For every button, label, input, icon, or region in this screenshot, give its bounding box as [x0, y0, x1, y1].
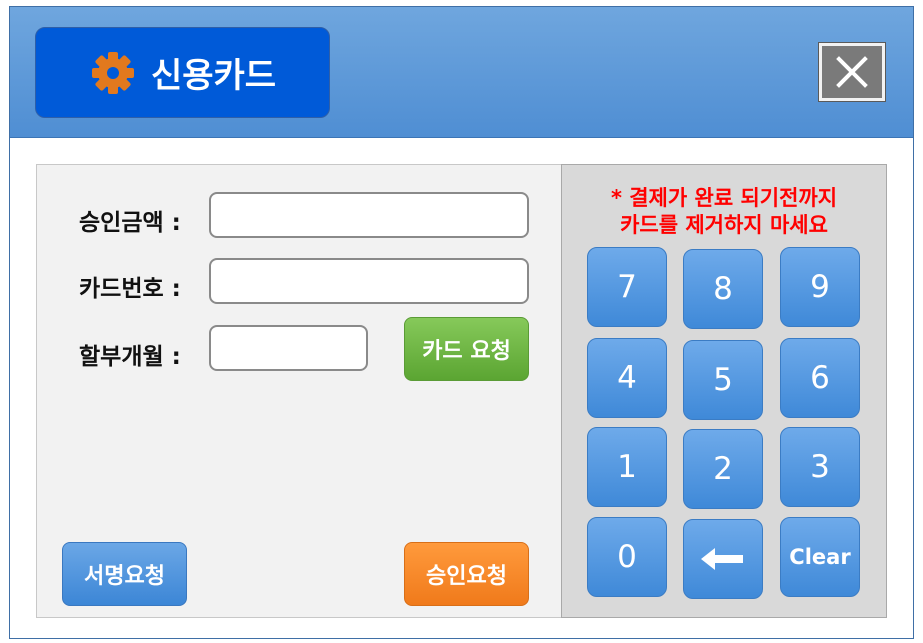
key-5[interactable]: 5	[683, 340, 763, 420]
card-number-input[interactable]	[209, 258, 529, 304]
key-1[interactable]: 1	[587, 427, 667, 507]
backspace-arrow-icon	[701, 548, 743, 570]
card-removal-warning: * 결제가 완료 되기전까지 카드를 제거하지 마세요	[562, 185, 886, 239]
card-request-button[interactable]: 카드 요청	[404, 317, 529, 381]
warning-line-2: 카드를 제거하지 마세요	[620, 213, 828, 237]
warning-line-1: * 결제가 완료 되기전까지	[610, 186, 838, 210]
key-4[interactable]: 4	[587, 338, 667, 418]
page-title: 신용카드	[150, 56, 277, 96]
card-number-label: 카드번호 :	[79, 276, 181, 302]
clear-button[interactable]: Clear	[780, 517, 860, 597]
close-icon	[836, 56, 868, 88]
key-6[interactable]: 6	[780, 338, 860, 418]
key-3[interactable]: 3	[780, 427, 860, 507]
installment-months-input[interactable]	[209, 325, 368, 371]
close-button[interactable]	[818, 42, 886, 102]
approval-amount-label: 승인금액 :	[79, 210, 181, 236]
keypad-panel: * 결제가 완료 되기전까지 카드를 제거하지 마세요 7 8 9 4 5 6 …	[561, 164, 887, 618]
approval-amount-input[interactable]	[209, 192, 529, 238]
header-bar: 신용카드	[10, 7, 913, 138]
credit-card-window: 신용카드 승인금액 : 카드번호 : 할부개월 : 카드 요청 서명요청 승인요…	[9, 6, 914, 639]
approval-request-button[interactable]: 승인요청	[404, 542, 529, 606]
key-0[interactable]: 0	[587, 517, 667, 597]
title-box: 신용카드	[35, 27, 330, 118]
key-2[interactable]: 2	[683, 429, 763, 509]
signature-request-button[interactable]: 서명요청	[62, 542, 187, 606]
key-7[interactable]: 7	[587, 247, 667, 327]
payment-form-panel: 승인금액 : 카드번호 : 할부개월 : 카드 요청 서명요청 승인요청	[36, 164, 562, 618]
key-8[interactable]: 8	[683, 249, 763, 329]
installment-months-label: 할부개월 :	[79, 344, 181, 370]
key-9[interactable]: 9	[780, 247, 860, 327]
gear-icon	[91, 51, 134, 94]
backspace-button[interactable]	[683, 519, 763, 599]
